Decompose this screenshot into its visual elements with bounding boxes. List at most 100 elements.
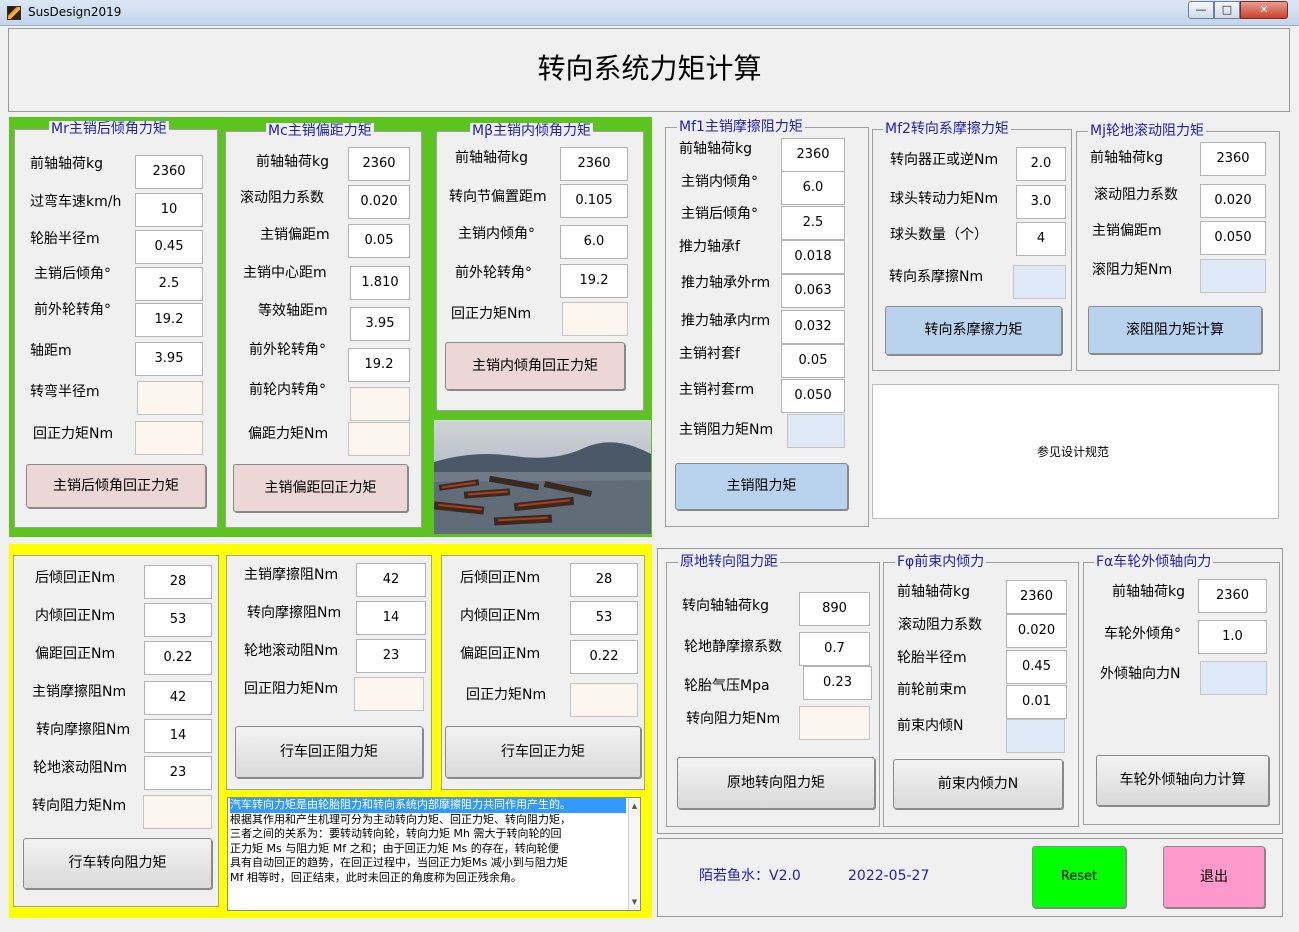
description-textbox[interactable]: 汽车转向力矩是由轮胎阻力和转向系统内部摩擦阻力共同作用产生的。 根据其作用和产生… — [227, 797, 641, 911]
sum1-input-0[interactable]: 28 — [144, 565, 212, 599]
mr-input-5[interactable]: 3.95 — [135, 342, 203, 376]
yd-label-1: 轮地静摩擦系数 — [684, 639, 782, 655]
mc-calc-button[interactable]: 主销偏距回正力矩 — [233, 464, 408, 512]
mf1-input-1[interactable]: 6.0 — [781, 171, 845, 205]
mb-input-3[interactable]: 19.2 — [560, 264, 628, 298]
mf2-input-0[interactable]: 2.0 — [1016, 147, 1066, 181]
mf2-input-2[interactable]: 4 — [1016, 222, 1066, 256]
mf2-label-2: 球头数量（个） — [890, 227, 988, 243]
mj-input-2[interactable]: 0.050 — [1200, 221, 1266, 255]
fa-legend: Fα车轮外倾轴向力 — [1094, 554, 1214, 570]
sum3-label-0: 后倾回正Nm — [460, 570, 541, 586]
mj-torque-output — [1200, 259, 1266, 293]
mf1-input-6[interactable]: 0.05 — [781, 344, 845, 378]
mc-input-1[interactable]: 0.020 — [348, 185, 410, 219]
fa-label-1: 车轮外倾角° — [1104, 626, 1181, 642]
reset-button[interactable]: Reset — [1032, 846, 1126, 908]
mc-legend: Mc主销偏距力矩 — [266, 123, 374, 139]
sum3-label-2: 偏距回正Nm — [460, 646, 541, 662]
sum1-input-4[interactable]: 14 — [144, 719, 212, 753]
mf1-calc-button[interactable]: 主销阻力矩 — [675, 463, 848, 510]
mf1-label-6: 主销衬套f — [679, 346, 740, 362]
mc-label-1: 滚动阻力系数 — [240, 190, 324, 206]
fq-calc-button[interactable]: 前束内倾力N — [893, 759, 1063, 809]
desc-line-5: Mf 相等时，回正结束，此时未回正的角度称为回正残余角。 — [230, 870, 522, 884]
sum2-calc-button[interactable]: 行车回正阻力矩 — [235, 726, 423, 778]
mb-input-1[interactable]: 0.105 — [560, 184, 628, 218]
sum3-input-1[interactable]: 53 — [570, 601, 638, 635]
mc-input-0[interactable]: 2360 — [348, 147, 410, 181]
mc-input-5[interactable]: 19.2 — [348, 348, 410, 382]
mb-input-0[interactable]: 2360 — [560, 147, 628, 181]
mj-input-0[interactable]: 2360 — [1200, 142, 1266, 176]
sum1-calc-button[interactable]: 行车转向阻力矩 — [23, 838, 212, 889]
sum1-input-5[interactable]: 23 — [144, 756, 212, 790]
sum3-input-2[interactable]: 0.22 — [570, 640, 638, 674]
reference-text-box[interactable]: 参见设计规范 — [872, 384, 1279, 519]
maximize-button[interactable]: □ — [1214, 1, 1240, 19]
yd-out-label-1: 转向阻力矩Nm — [686, 711, 781, 727]
mr-torque-output — [135, 421, 203, 455]
yd-legend: 原地转向阻力距 — [678, 554, 780, 570]
fa-calc-button[interactable]: 车轮外倾轴向力计算 — [1096, 755, 1269, 806]
sum1-torque-output — [143, 795, 212, 829]
mr-legend: Mr主销后倾角力矩 — [49, 121, 169, 137]
sum3-input-0[interactable]: 28 — [570, 563, 638, 597]
mj-input-1[interactable]: 0.020 — [1200, 184, 1266, 218]
mf1-input-4[interactable]: 0.063 — [781, 274, 845, 308]
sum1-input-3[interactable]: 42 — [144, 681, 212, 715]
yd-input-0[interactable]: 890 — [799, 592, 870, 626]
mr-input-4[interactable]: 19.2 — [135, 303, 203, 337]
mb-label-3: 前外轮转角° — [455, 265, 532, 281]
close-button[interactable]: ✕ — [1240, 1, 1288, 19]
mr-label-0: 前轴轴荷kg — [30, 156, 103, 172]
mb-label-2: 主销内倾角° — [458, 226, 535, 242]
scroll-down-icon[interactable]: ▼ — [629, 895, 640, 910]
mc-input-3[interactable]: 1.810 — [350, 266, 410, 300]
fq-input-1[interactable]: 0.020 — [1006, 614, 1067, 648]
sum1-input-2[interactable]: 0.22 — [144, 641, 212, 675]
exit-button[interactable]: 退出 — [1163, 846, 1265, 908]
mc-label-5: 前外轮转角° — [249, 342, 326, 358]
description-scrollbar[interactable]: ▲ ▼ — [628, 798, 640, 910]
yd-input-1[interactable]: 0.7 — [799, 632, 870, 666]
yd-input-2[interactable]: 0.23 — [803, 666, 872, 700]
yd-calc-button[interactable]: 原地转向阻力矩 — [677, 757, 875, 809]
sum2-input-1[interactable]: 14 — [356, 601, 426, 635]
mf2-calc-button[interactable]: 转向系摩擦力矩 — [885, 306, 1062, 355]
fq-input-3[interactable]: 0.01 — [1006, 685, 1067, 719]
mf1-input-7[interactable]: 0.050 — [781, 379, 845, 413]
mb-calc-button[interactable]: 主销内倾角回正力矩 — [445, 342, 625, 390]
mr-input-0[interactable]: 2360 — [135, 155, 203, 189]
mf2-input-1[interactable]: 3.0 — [1016, 185, 1066, 219]
scroll-up-icon[interactable]: ▲ — [629, 799, 640, 814]
lake-boats-image — [434, 442, 651, 534]
mr-input-3[interactable]: 2.5 — [135, 267, 203, 301]
mr-calc-button[interactable]: 主销后倾角回正力矩 — [26, 464, 206, 508]
sum2-input-2[interactable]: 23 — [356, 639, 426, 673]
mj-calc-button[interactable]: 滚阻阻力矩计算 — [1088, 306, 1262, 354]
mc-input-2[interactable]: 0.05 — [348, 224, 410, 258]
mr-label-4: 前外轮转角° — [34, 302, 111, 318]
mb-label-1: 转向节偏置距m — [449, 189, 547, 205]
sum1-input-1[interactable]: 53 — [144, 603, 212, 637]
fq-input-2[interactable]: 0.45 — [1006, 650, 1067, 684]
mb-input-2[interactable]: 6.0 — [560, 225, 628, 259]
fa-out-label-1: 外倾轴向力N — [1100, 666, 1181, 682]
mf1-input-0[interactable]: 2360 — [781, 138, 845, 172]
mr-input-2[interactable]: 0.45 — [135, 230, 203, 264]
mf2-legend: Mf2转向系摩擦力矩 — [883, 121, 1011, 137]
fa-input-0[interactable]: 2360 — [1198, 579, 1267, 613]
mf1-input-2[interactable]: 2.5 — [781, 206, 845, 240]
mf1-input-3[interactable]: 0.018 — [781, 240, 845, 274]
mc-input-4[interactable]: 3.95 — [350, 307, 410, 341]
desc-line-0: 汽车转向力矩是由轮胎阻力和转向系统内部摩擦阻力共同作用产生的。 — [230, 798, 626, 813]
sum2-input-0[interactable]: 42 — [356, 563, 426, 597]
mf1-input-5[interactable]: 0.032 — [781, 310, 845, 344]
mb-legend: Mβ主销内倾角力矩 — [470, 123, 594, 139]
fa-input-1[interactable]: 1.0 — [1198, 620, 1267, 654]
minimize-button[interactable]: — — [1188, 1, 1214, 19]
sum3-calc-button[interactable]: 行车回正力矩 — [445, 726, 641, 778]
fq-input-0[interactable]: 2360 — [1006, 580, 1067, 614]
mr-input-1[interactable]: 10 — [135, 193, 203, 227]
